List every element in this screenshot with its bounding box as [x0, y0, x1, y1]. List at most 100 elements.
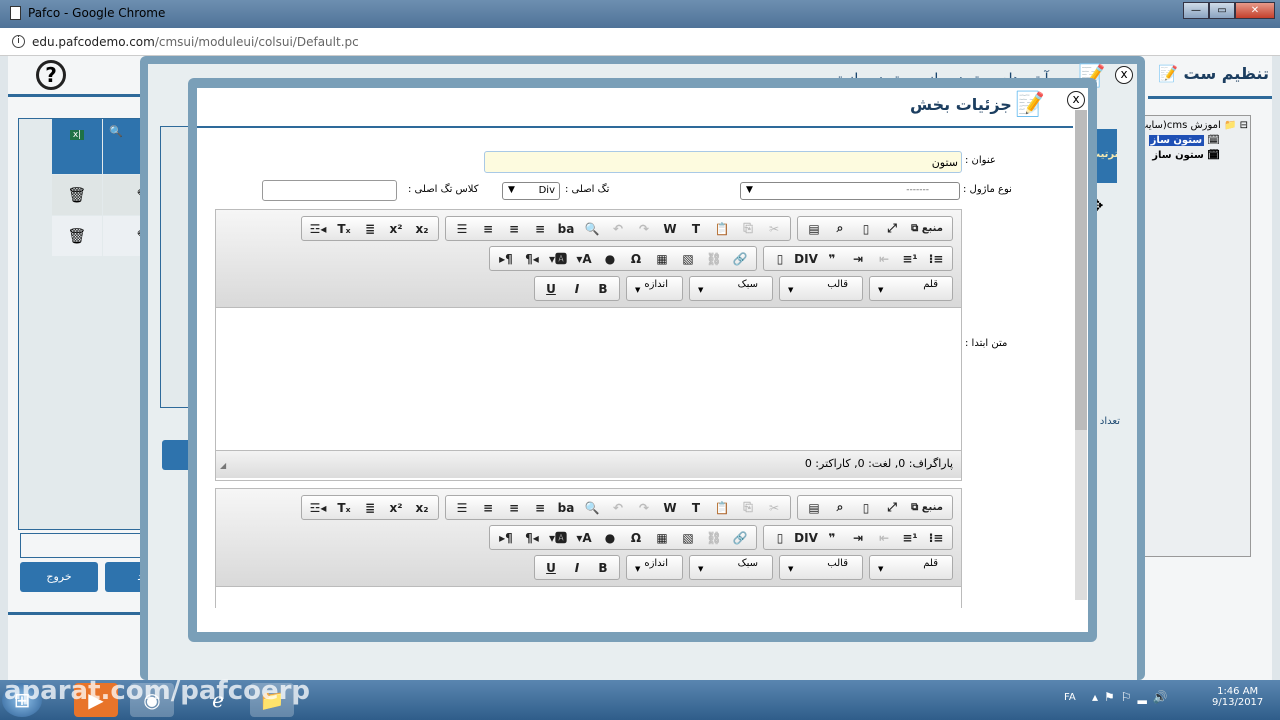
- link-icon[interactable]: 🔗: [727, 527, 753, 549]
- justify-icon[interactable]: ☰: [449, 218, 475, 240]
- table-icon[interactable]: ▦: [649, 527, 675, 549]
- unlink-icon[interactable]: ⛓: [701, 527, 727, 549]
- undo-icon[interactable]: ↶: [605, 497, 631, 519]
- underline-icon[interactable]: U: [538, 557, 564, 579]
- maximize-icon[interactable]: ⤢: [879, 497, 905, 519]
- image-icon[interactable]: ▧: [675, 527, 701, 549]
- font-dropdown[interactable]: قلم ▼: [869, 555, 953, 580]
- undo-icon[interactable]: ↶: [605, 218, 631, 240]
- replace-icon[interactable]: ba: [553, 497, 579, 519]
- tree-node[interactable]: 🗓 ستون ساز: [1138, 150, 1220, 161]
- main-tag-class-input[interactable]: [262, 180, 397, 201]
- preview-icon[interactable]: ⌕: [827, 218, 853, 240]
- format-dropdown[interactable]: قالب ▼: [779, 555, 863, 580]
- subscript-icon[interactable]: x₂: [409, 218, 435, 240]
- main-tag-select[interactable]: ▼ Div: [502, 182, 560, 200]
- outdent-icon[interactable]: ⇤: [871, 248, 897, 270]
- clock[interactable]: 1:46 AM 9/13/2017: [1212, 686, 1263, 708]
- module-type-select[interactable]: ▼ -------: [740, 182, 960, 200]
- underline-icon[interactable]: U: [538, 278, 564, 300]
- outdent-icon[interactable]: ⇤: [871, 527, 897, 549]
- tree-node[interactable]: 🗓 ستون ساز: [1138, 135, 1220, 146]
- editor-content-area[interactable]: [216, 308, 961, 450]
- bold-icon[interactable]: B: [590, 278, 616, 300]
- italic-icon[interactable]: I: [564, 557, 590, 579]
- insert-special-icon[interactable]: ☲◂: [305, 218, 331, 240]
- address-bar[interactable]: i edu.pafcodemo.com/cmsui/moduleui/colsu…: [0, 28, 1280, 56]
- paste-icon[interactable]: 📋: [709, 497, 735, 519]
- remove-format-icon[interactable]: Tₓ: [331, 218, 357, 240]
- special-char-icon[interactable]: Ω: [623, 248, 649, 270]
- exit-button[interactable]: خروج: [20, 562, 98, 592]
- numbered-list-icon[interactable]: ≡¹: [897, 248, 923, 270]
- maximize-icon[interactable]: ⤢: [879, 218, 905, 240]
- div-icon[interactable]: DIV: [793, 527, 819, 549]
- indent-icon[interactable]: ⇥: [845, 248, 871, 270]
- source-icon[interactable]: ⧉ منبع: [905, 497, 949, 519]
- link-icon[interactable]: 🔗: [727, 248, 753, 270]
- image-icon[interactable]: ▧: [675, 248, 701, 270]
- cut-icon[interactable]: ✂: [761, 218, 787, 240]
- remove-format-icon[interactable]: Tₓ: [331, 497, 357, 519]
- blockquote-icon[interactable]: ❞: [819, 248, 845, 270]
- rtl-icon[interactable]: ¶◂: [519, 248, 545, 270]
- copy-icon[interactable]: ⎘: [735, 497, 761, 519]
- paste-text-icon[interactable]: T: [683, 218, 709, 240]
- iframe-icon[interactable]: ▯: [767, 527, 793, 549]
- superscript-icon[interactable]: x²: [383, 497, 409, 519]
- delete-icon[interactable]: 🗑: [52, 216, 102, 256]
- align-right-icon[interactable]: ≡: [475, 218, 501, 240]
- special-char-icon[interactable]: Ω: [623, 527, 649, 549]
- numbered-list-icon[interactable]: ≡¹: [897, 527, 923, 549]
- rtl-icon[interactable]: ¶◂: [519, 527, 545, 549]
- justify-icon[interactable]: ☰: [449, 497, 475, 519]
- preview-icon[interactable]: ⌕: [827, 497, 853, 519]
- cut-icon[interactable]: ✂: [761, 497, 787, 519]
- url-text[interactable]: edu.pafcodemo.com/cmsui/moduleui/colsui/…: [32, 35, 359, 49]
- flash-icon[interactable]: ●: [597, 527, 623, 549]
- bg-color-icon[interactable]: ▾🅰: [545, 527, 571, 549]
- bulleted-list-icon[interactable]: ⁝≡: [923, 527, 949, 549]
- superscript-icon[interactable]: x²: [383, 218, 409, 240]
- horizontal-rule-icon[interactable]: ≣: [357, 497, 383, 519]
- find-icon[interactable]: 🔍: [579, 497, 605, 519]
- redo-icon[interactable]: ↷: [631, 497, 657, 519]
- text-color-icon[interactable]: ▾A: [571, 527, 597, 549]
- new-page-icon[interactable]: ▤: [801, 497, 827, 519]
- indent-icon[interactable]: ⇥: [845, 527, 871, 549]
- paste-word-icon[interactable]: W: [657, 218, 683, 240]
- tray-icons[interactable]: ▴⚑⚐▂🔊: [1092, 690, 1174, 704]
- editor-content-area[interactable]: [216, 587, 961, 607]
- align-center-icon[interactable]: ≡: [501, 218, 527, 240]
- maximize-button[interactable]: ▭: [1209, 2, 1235, 19]
- excel-export-icon[interactable]: x|: [52, 119, 102, 174]
- size-dropdown[interactable]: اندازه ▼: [626, 276, 683, 301]
- div-icon[interactable]: DIV: [793, 248, 819, 270]
- language-indicator[interactable]: FA: [1064, 692, 1076, 703]
- style-dropdown[interactable]: سبک ▼: [689, 555, 773, 580]
- bulleted-list-icon[interactable]: ⁝≡: [923, 248, 949, 270]
- info-icon[interactable]: i: [12, 35, 25, 48]
- italic-icon[interactable]: I: [564, 278, 590, 300]
- iframe-icon[interactable]: ▯: [767, 248, 793, 270]
- replace-icon[interactable]: ba: [553, 218, 579, 240]
- subscript-icon[interactable]: x₂: [409, 497, 435, 519]
- paste-word-icon[interactable]: W: [657, 497, 683, 519]
- table-icon[interactable]: ▦: [649, 248, 675, 270]
- align-left-icon[interactable]: ≡: [527, 218, 553, 240]
- template-icon[interactable]: ▯: [853, 497, 879, 519]
- unlink-icon[interactable]: ⛓: [701, 248, 727, 270]
- help-icon[interactable]: ?: [36, 60, 66, 90]
- source-icon[interactable]: ⧉ منبع: [905, 218, 949, 240]
- title-input[interactable]: [484, 151, 962, 173]
- resize-handle[interactable]: ◢: [220, 461, 226, 470]
- delete-icon[interactable]: 🗑: [52, 175, 102, 215]
- size-dropdown[interactable]: اندازه ▼: [626, 555, 683, 580]
- insert-special-icon[interactable]: ☲◂: [305, 497, 331, 519]
- paste-icon[interactable]: 📋: [709, 218, 735, 240]
- redo-icon[interactable]: ↷: [631, 218, 657, 240]
- align-left-icon[interactable]: ≡: [527, 497, 553, 519]
- close-window-button[interactable]: ✕: [1235, 2, 1275, 19]
- bg-color-icon[interactable]: ▾🅰: [545, 248, 571, 270]
- format-dropdown[interactable]: قالب ▼: [779, 276, 863, 301]
